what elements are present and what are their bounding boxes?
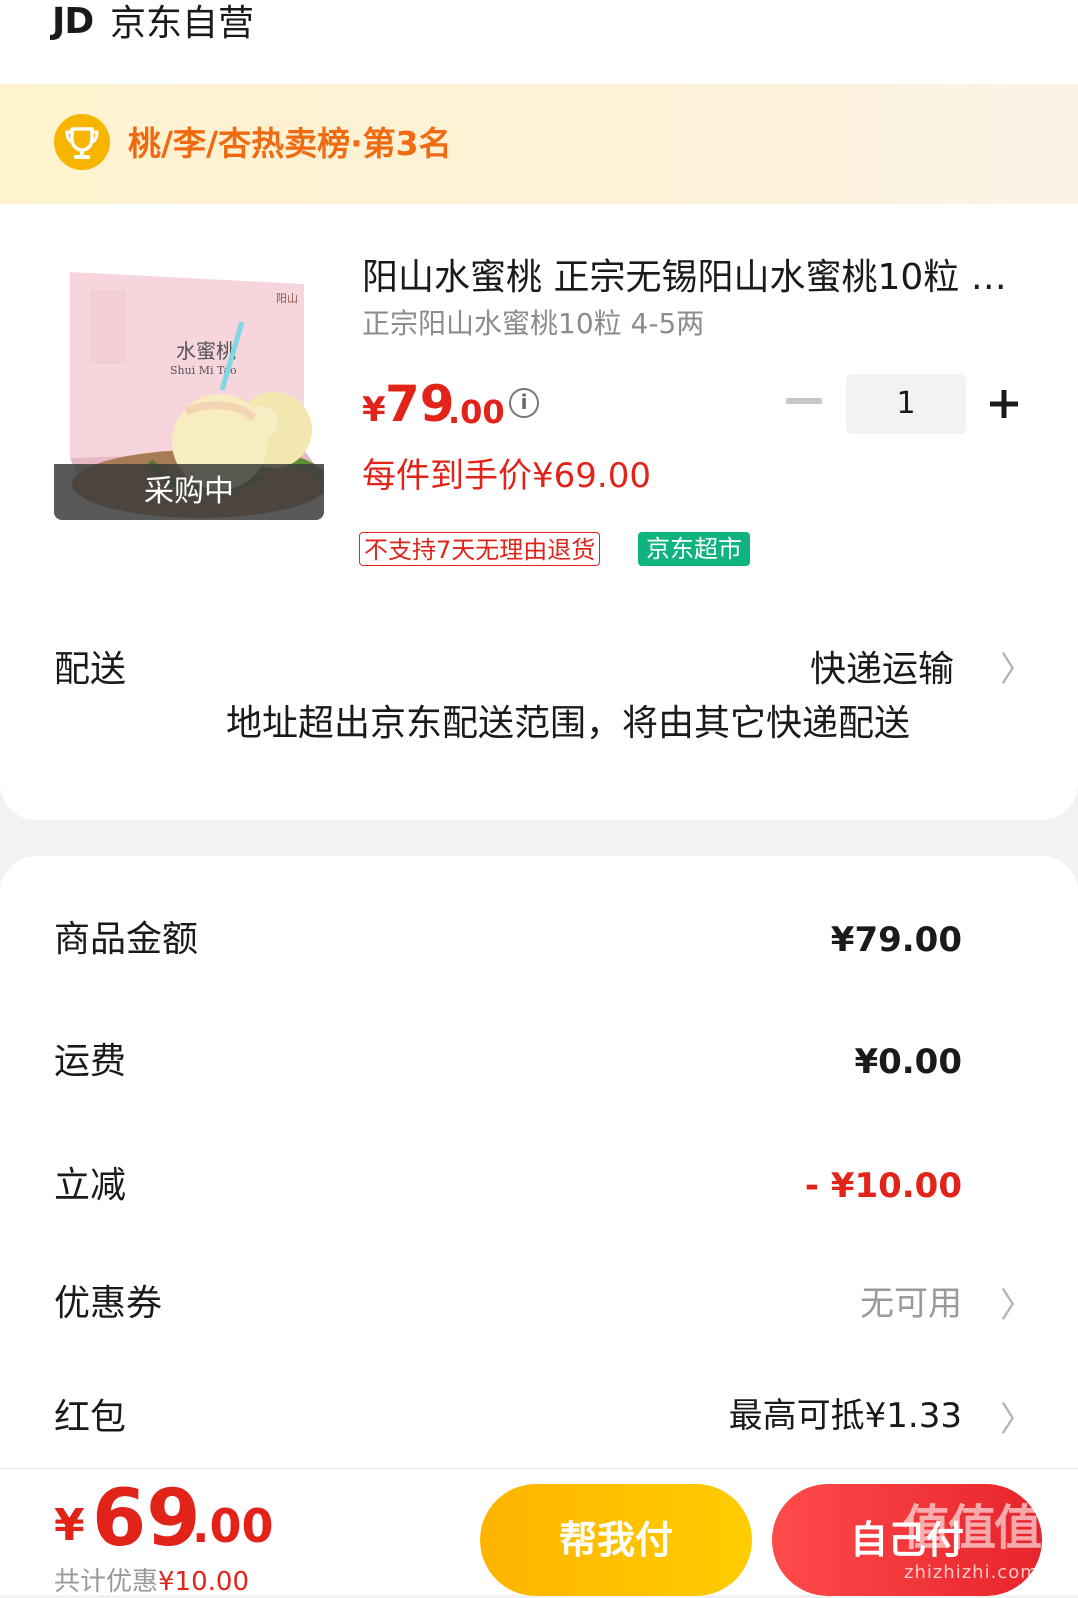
saving-label: 共计优惠: [54, 1567, 159, 1597]
no-return-tag: 不支持7天无理由退货: [359, 532, 601, 566]
price-currency: ¥: [362, 390, 386, 430]
delivery-method[interactable]: 快递运输: [810, 648, 954, 692]
trophy-icon: [54, 114, 110, 170]
coupon-label[interactable]: 优惠券: [54, 1282, 162, 1326]
product-image-name: 水蜜桃: [176, 339, 236, 363]
price-integer: 79: [385, 375, 455, 433]
quantity-input[interactable]: 1: [846, 374, 966, 434]
chevron-right-icon[interactable]: 〉: [1000, 1288, 1034, 1324]
product-spec[interactable]: 正宗阳山水蜜桃10粒 4-5两: [362, 306, 704, 342]
plus-icon: [990, 390, 1018, 418]
watermark-domain: zhizhizhi.com: [904, 1562, 1039, 1583]
product-image[interactable]: 阳山 水蜜桃 Shui Mi Tao 采购中: [54, 262, 324, 520]
saving-amount: ¥10.00: [158, 1567, 249, 1597]
shipping-label: 运费: [54, 1041, 127, 1082]
jd-supermarket-tag: 京东超市: [638, 532, 750, 566]
watermark-text: 值值值: [902, 1500, 1042, 1556]
total-integer: 69: [92, 1474, 201, 1564]
jd-logo: JD: [52, 1, 94, 42]
subtotal-value: ¥79.00: [830, 920, 962, 960]
price-decimal: .00: [448, 393, 505, 431]
store-name: 京东自营: [110, 3, 255, 44]
red-packet-value[interactable]: 最高可抵¥1.33: [729, 1394, 962, 1438]
rank-text: 桃/李/杏热卖榜·第3名: [128, 124, 452, 163]
quantity-minus-button[interactable]: [786, 398, 822, 404]
delivery-label: 配送: [54, 649, 127, 690]
info-icon[interactable]: i: [509, 388, 539, 418]
help-me-pay-button[interactable]: 帮我付: [480, 1484, 752, 1596]
product-image-brand: 阳山: [276, 292, 298, 305]
chevron-right-icon[interactable]: 〉: [1000, 1402, 1034, 1438]
total-decimal: .00: [192, 1499, 274, 1553]
subtotal-label: 商品金额: [54, 919, 199, 960]
quantity-plus-button[interactable]: [988, 388, 1020, 420]
total-saving: 共计优惠¥10.00: [54, 1566, 249, 1598]
discount-value: - ¥10.00: [804, 1166, 962, 1206]
product-title[interactable]: 阳山水蜜桃 正宗无锡阳山水蜜桃10粒 4-5两: [362, 256, 1012, 300]
buying-badge: 采购中: [54, 464, 324, 520]
discount-label: 立减: [54, 1165, 127, 1206]
red-packet-label[interactable]: 红包: [54, 1396, 126, 1440]
shipping-value: ¥0.00: [854, 1042, 962, 1082]
chevron-right-icon[interactable]: 〉: [1000, 652, 1034, 688]
deal-price: 每件到手价¥69.00: [362, 456, 651, 496]
coupon-value[interactable]: 无可用: [860, 1282, 962, 1326]
total-currency: ¥: [54, 1500, 85, 1551]
delivery-note: 地址超出京东配送范围，将由其它快递配送: [226, 703, 911, 744]
